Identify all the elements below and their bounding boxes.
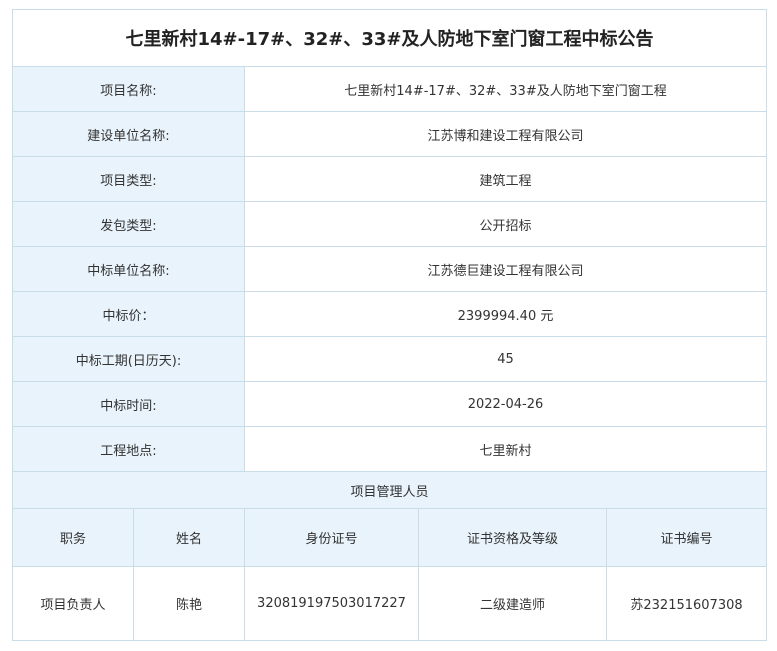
info-row-duration: 中标工期(日历天): 45 [12,336,768,382]
info-value: 七里新村 [243,426,768,472]
info-value: 2399994.40 元 [243,291,768,337]
info-value: 公开招标 [243,201,768,247]
info-row-builder: 建设单位名称: 江苏博和建设工程有限公司 [12,111,768,157]
info-row-winner: 中标单位名称: 江苏德巨建设工程有限公司 [12,246,768,292]
column-header-qualification: 证书资格及等级 [418,508,607,567]
info-label: 项目名称: [12,66,245,112]
column-header-id-number: 身份证号 [244,508,419,567]
personnel-section-title: 项目管理人员 [11,471,768,509]
table-row: 项目负责人 陈艳 320819197503017227 二级建造师 苏23215… [12,566,768,641]
info-value: 七里新村14#-17#、32#、33#及人防地下室门窗工程 [243,66,768,112]
info-label: 中标工期(日历天): [12,336,245,382]
cell-role: 项目负责人 [12,566,134,641]
cell-qualification: 二级建造师 [418,566,607,641]
personnel-header-row: 职务 姓名 身份证号 证书资格及等级 证书编号 [12,508,768,567]
info-row-location: 工程地点: 七里新村 [12,426,768,472]
info-value: 江苏德巨建设工程有限公司 [243,246,768,292]
page-title: 七里新村14#-17#、32#、33#及人防地下室门窗工程中标公告 [11,9,768,67]
title-row: 七里新村14#-17#、32#、33#及人防地下室门窗工程中标公告 [11,9,768,67]
cell-name: 陈艳 [133,566,245,641]
info-row-date: 中标时间: 2022-04-26 [12,381,768,427]
info-label: 中标单位名称: [12,246,245,292]
cell-id-number: 320819197503017227 [244,566,419,641]
info-label: 中标价： [12,291,245,337]
column-header-role: 职务 [12,508,134,567]
announcement-table: 七里新村14#-17#、32#、33#及人防地下室门窗工程中标公告 项目名称: … [11,9,768,641]
announcement-container: 七里新村14#-17#、32#、33#及人防地下室门窗工程中标公告 项目名称: … [11,9,768,641]
info-value: 建筑工程 [243,156,768,202]
info-value: 江苏博和建设工程有限公司 [243,111,768,157]
info-label: 发包类型: [12,201,245,247]
column-header-certificate-number: 证书编号 [605,508,768,567]
info-value: 45 [243,336,768,382]
info-label: 中标时间: [12,381,245,427]
info-row-project-type: 项目类型: 建筑工程 [12,156,768,202]
info-label: 建设单位名称: [12,111,245,157]
info-value: 2022-04-26 [243,381,768,427]
cell-certificate-number: 苏232151607308 [605,566,768,641]
info-label: 工程地点: [12,426,245,472]
info-label: 项目类型: [12,156,245,202]
personnel-section-row: 项目管理人员 [11,471,768,509]
column-header-name: 姓名 [133,508,245,567]
info-row-project-name: 项目名称: 七里新村14#-17#、32#、33#及人防地下室门窗工程 [12,66,768,112]
info-row-contract-type: 发包类型: 公开招标 [12,201,768,247]
info-row-price: 中标价： 2399994.40 元 [12,291,768,337]
